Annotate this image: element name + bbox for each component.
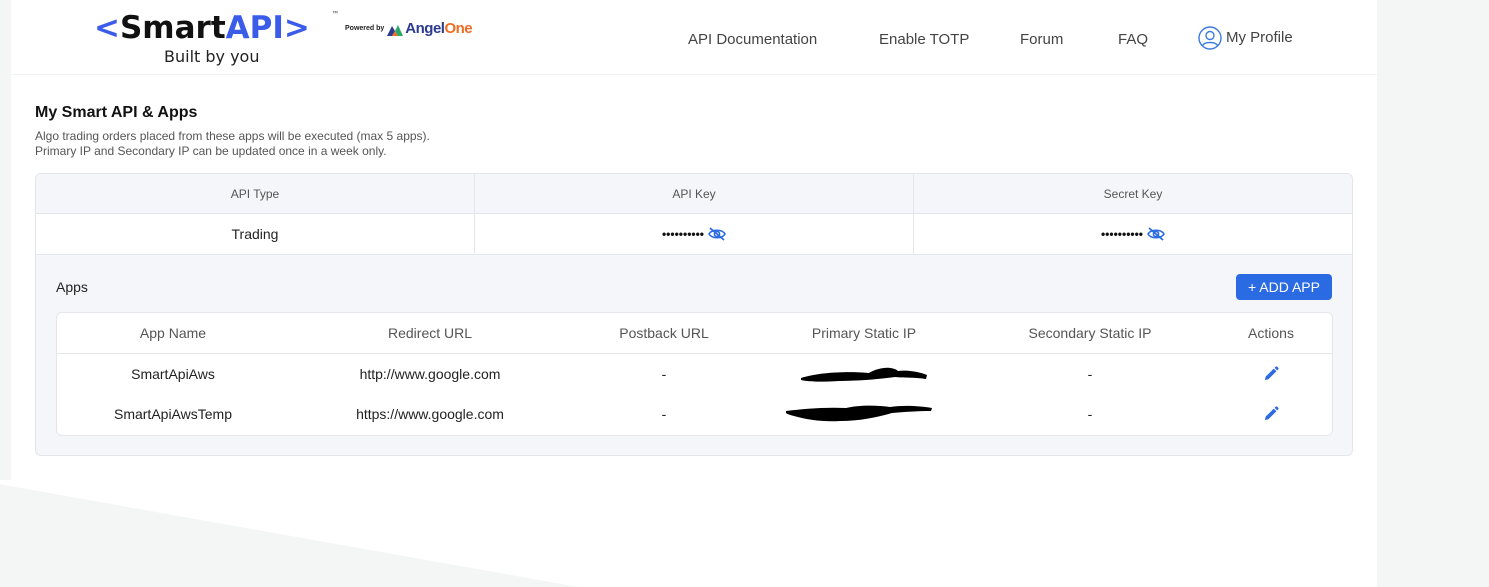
page-title: My Smart API & Apps <box>35 104 198 121</box>
primary-ip-redacted <box>784 354 944 394</box>
table-row: SmartApiAwsTemp https://www.google.com -… <box>57 394 1332 434</box>
header: <SmartAPI> ™ Built by you Powered by Ang… <box>11 0 1377 75</box>
edit-pencil-icon[interactable] <box>1263 366 1279 382</box>
trademark: ™ <box>332 11 338 17</box>
eye-off-icon[interactable] <box>708 227 726 241</box>
api-key-cell: •••••••••• <box>475 214 914 254</box>
api-key-masked: •••••••••• <box>661 227 704 241</box>
api-type-value: Trading <box>36 214 475 254</box>
redaction-scribble <box>801 367 927 382</box>
keys-table-header: API Type API Key Secret Key <box>36 174 1352 214</box>
app-name: SmartApiAws <box>131 366 215 382</box>
header-redirect-url: Redirect URL <box>387 325 473 341</box>
powered-by-text: Powered by <box>345 25 385 32</box>
apps-table-header: App Name Redirect URL Postback URL Prima… <box>57 313 1332 354</box>
my-profile-label: My Profile <box>1226 29 1293 46</box>
header-api-key: API Key <box>475 174 914 213</box>
powered-by-angelone: Powered by AngelOne <box>345 20 473 37</box>
header-postback-url: Postback URL <box>619 325 709 341</box>
nav-enable-totp[interactable]: Enable TOTP <box>879 30 969 50</box>
profile-icon <box>1198 26 1222 50</box>
api-apps-panel: API Type API Key Secret Key Trading ••••… <box>35 173 1353 456</box>
postback-url: - <box>661 366 667 382</box>
keys-table-row: Trading •••••••••• •••••••••• <box>36 214 1352 255</box>
secret-key-cell: •••••••••• <box>914 214 1352 254</box>
redaction-scribble <box>786 405 932 422</box>
table-row: SmartApiAws http://www.google.com - - <box>57 354 1332 394</box>
redirect-url: https://www.google.com <box>356 406 504 422</box>
actions-cell <box>1211 394 1331 434</box>
nav-api-documentation[interactable]: API Documentation <box>688 30 817 50</box>
header-secondary-static-ip: Secondary Static IP <box>1028 325 1152 341</box>
eye-off-icon[interactable] <box>1147 227 1165 241</box>
secondary-ip: - <box>1087 406 1093 422</box>
redirect-url: http://www.google.com <box>359 366 501 382</box>
page-subtitle-2: Primary IP and Secondary IP can be updat… <box>35 144 387 158</box>
actions-cell <box>1211 354 1331 394</box>
edit-pencil-icon[interactable] <box>1263 406 1279 422</box>
secret-key-masked: •••••••••• <box>1100 227 1143 241</box>
header-api-type: API Type <box>36 174 475 213</box>
header-primary-static-ip: Primary Static IP <box>811 325 917 341</box>
primary-ip-redacted <box>779 394 939 434</box>
app-name: SmartApiAwsTemp <box>113 406 232 422</box>
header-actions: Actions <box>1248 325 1294 341</box>
nav-my-profile[interactable]: My Profile <box>1198 26 1293 50</box>
nav-faq[interactable]: FAQ <box>1118 30 1148 50</box>
angelone-wordmark: AngelOne <box>405 20 473 37</box>
nav-forum[interactable]: Forum <box>1020 30 1063 50</box>
smartapi-logo[interactable]: <SmartAPI> ™ Built by you Powered by Ang… <box>94 9 504 69</box>
header-secret-key: Secret Key <box>1103 186 1163 201</box>
header-app-name: App Name <box>139 325 207 341</box>
secondary-ip: - <box>1087 366 1093 382</box>
apps-table: App Name Redirect URL Postback URL Prima… <box>56 312 1333 436</box>
logo-tagline: Built by you <box>164 47 260 66</box>
angelone-logo-icon <box>387 24 404 36</box>
page: <SmartAPI> ™ Built by you Powered by Ang… <box>11 0 1377 480</box>
page-subtitle-1: Algo trading orders placed from these ap… <box>35 129 430 143</box>
postback-url: - <box>661 406 667 422</box>
logo-wordmark: <SmartAPI> <box>94 10 310 46</box>
add-app-button[interactable]: + ADD APP <box>1236 274 1332 300</box>
apps-section-label: Apps <box>56 279 88 295</box>
